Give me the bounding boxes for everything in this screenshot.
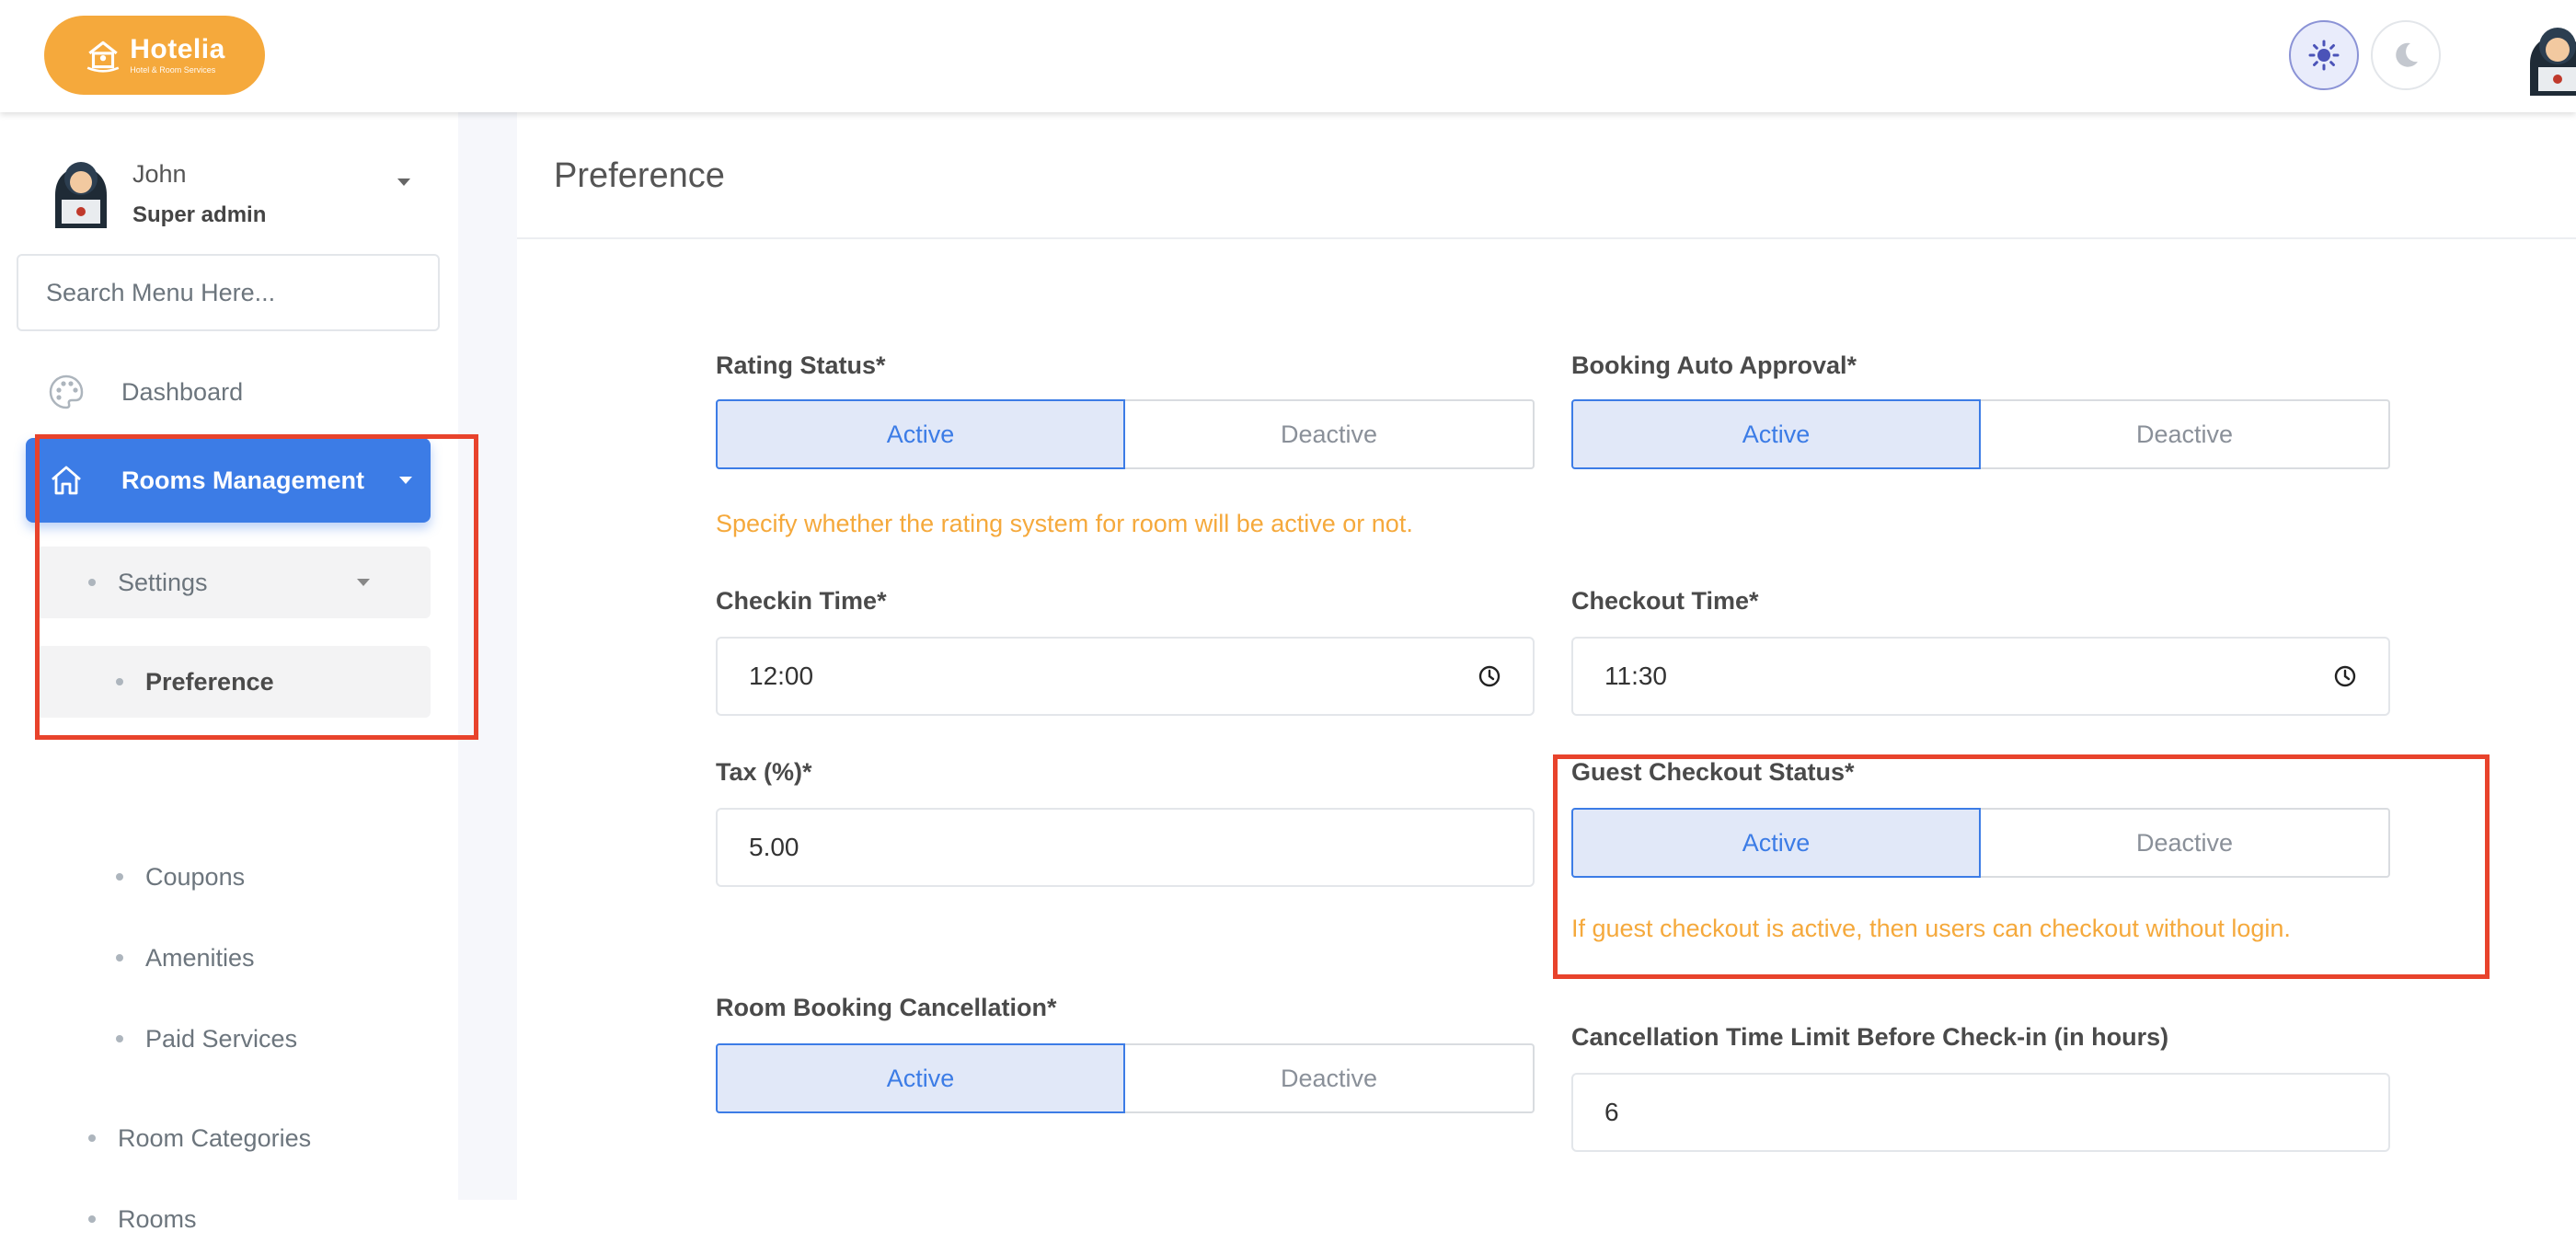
sidebar-item-dashboard[interactable]: Dashboard [26, 353, 431, 431]
user-role: Super admin [132, 202, 267, 227]
sidebar-subitem-label: Preference [145, 667, 274, 696]
caret-down-icon [357, 579, 370, 586]
logo-tagline: Hotel & Room Services [130, 65, 216, 75]
checkout-time-input[interactable]: 11:30 [1571, 637, 2390, 716]
bullet-icon [116, 1035, 123, 1042]
light-mode-button[interactable] [2289, 20, 2359, 90]
rating-status-toggle: Active Deactive [716, 399, 1535, 469]
hotelia-logo[interactable]: Hotelia Hotel & Room Services [44, 16, 265, 95]
sidebar-subitem-label: Settings [118, 568, 208, 596]
sidebar-subitem-label: Amenities [145, 943, 255, 972]
bullet-icon [116, 678, 123, 685]
checkout-time-label: Checkout Time* [1571, 587, 1759, 615]
tax-value: 5.00 [749, 833, 799, 861]
room-booking-cancellation-toggle: Active Deactive [716, 1043, 1535, 1113]
top-bar: Hotelia Hotel & Room Services [0, 0, 2576, 112]
booking-auto-approval-active-button[interactable]: Active [1571, 399, 1981, 469]
user-avatar-icon [55, 162, 107, 228]
clock-icon[interactable] [2333, 664, 2357, 688]
booking-auto-approval-deactive-button[interactable]: Deactive [1981, 399, 2390, 469]
bullet-icon [88, 1215, 96, 1223]
home-icon [52, 466, 81, 495]
booking-auto-approval-toggle: Active Deactive [1571, 399, 2390, 469]
tax-label: Tax (%)* [716, 758, 812, 786]
checkout-time-value: 11:30 [1604, 662, 1667, 690]
cancellation-time-limit-label: Cancellation Time Limit Before Check-in … [1571, 1023, 2169, 1051]
sidebar-subitem-paid-services[interactable]: Paid Services [37, 1003, 431, 1075]
sidebar-subitem-coupons[interactable]: Coupons [37, 841, 431, 913]
bullet-icon [88, 579, 96, 586]
sun-icon [2308, 40, 2340, 71]
menu-search-input[interactable] [17, 254, 440, 331]
caret-down-icon[interactable] [396, 177, 412, 188]
caret-down-icon [399, 477, 413, 484]
checkin-time-value: 12:00 [749, 662, 814, 690]
moon-icon [2396, 42, 2418, 67]
guest-checkout-status-label: Guest Checkout Status* [1571, 758, 1855, 786]
sidebar-gutter [458, 112, 517, 1200]
sidebar: John Super admin Dashboard Rooms Managem… [0, 112, 458, 1233]
dark-mode-button[interactable] [2371, 20, 2441, 90]
sidebar-subitem-settings[interactable]: Settings [37, 547, 431, 618]
guest-checkout-active-button[interactable]: Active [1571, 808, 1981, 878]
sidebar-subitem-label: Room Categories [118, 1123, 312, 1152]
bullet-icon [116, 873, 123, 881]
sidebar-subitem-label: Paid Services [145, 1024, 298, 1053]
booking-auto-approval-label: Booking Auto Approval* [1571, 351, 1857, 379]
sidebar-item-label: Rooms Management [121, 466, 365, 494]
sidebar-subitem-amenities[interactable]: Amenities [37, 922, 431, 994]
checkin-time-input[interactable]: 12:00 [716, 637, 1535, 716]
rating-status-deactive-button[interactable]: Deactive [1125, 399, 1535, 469]
checkin-time-label: Checkin Time* [716, 587, 887, 615]
tax-input[interactable]: 5.00 [716, 808, 1535, 887]
rating-status-active-button[interactable]: Active [716, 399, 1125, 469]
room-booking-cancellation-label: Room Booking Cancellation* [716, 994, 1057, 1021]
guest-checkout-hint: If guest checkout is active, then users … [1571, 915, 2291, 942]
guest-checkout-status-toggle: Active Deactive [1571, 808, 2390, 878]
logo-name: Hotelia [130, 34, 225, 64]
page-header: Preference [517, 112, 2576, 239]
page-title: Preference [554, 156, 725, 195]
sidebar-item-label: Dashboard [121, 377, 244, 406]
sidebar-subitem-label: Rooms [118, 1204, 197, 1233]
hacker-avatar-icon [2530, 28, 2576, 96]
bullet-icon [116, 954, 123, 961]
user-profile[interactable]: John Super admin [48, 149, 416, 241]
sidebar-subitem-room-categories[interactable]: Room Categories [37, 1102, 431, 1174]
user-name: John [132, 160, 187, 188]
hotel-logo-icon [86, 40, 120, 73]
profile-avatar[interactable] [2521, 13, 2576, 96]
cancellation-time-limit-input[interactable]: 6 [1571, 1073, 2390, 1152]
room-booking-cancellation-deactive-button[interactable]: Deactive [1125, 1043, 1535, 1113]
palette-icon [49, 374, 84, 409]
clock-icon[interactable] [1478, 664, 1501, 688]
sidebar-subitem-rooms[interactable]: Rooms [37, 1183, 431, 1255]
rating-status-label: Rating Status* [716, 351, 886, 379]
bullet-icon [88, 1134, 96, 1142]
guest-checkout-deactive-button[interactable]: Deactive [1981, 808, 2390, 878]
room-booking-cancellation-active-button[interactable]: Active [716, 1043, 1125, 1113]
sidebar-item-rooms-management[interactable]: Rooms Management [26, 438, 431, 523]
sidebar-subitem-preference[interactable]: Preference [37, 646, 431, 718]
rating-status-hint: Specify whether the rating system for ro… [716, 510, 1413, 537]
sidebar-subitem-label: Coupons [145, 862, 246, 891]
cancellation-time-limit-value: 6 [1604, 1098, 1619, 1126]
